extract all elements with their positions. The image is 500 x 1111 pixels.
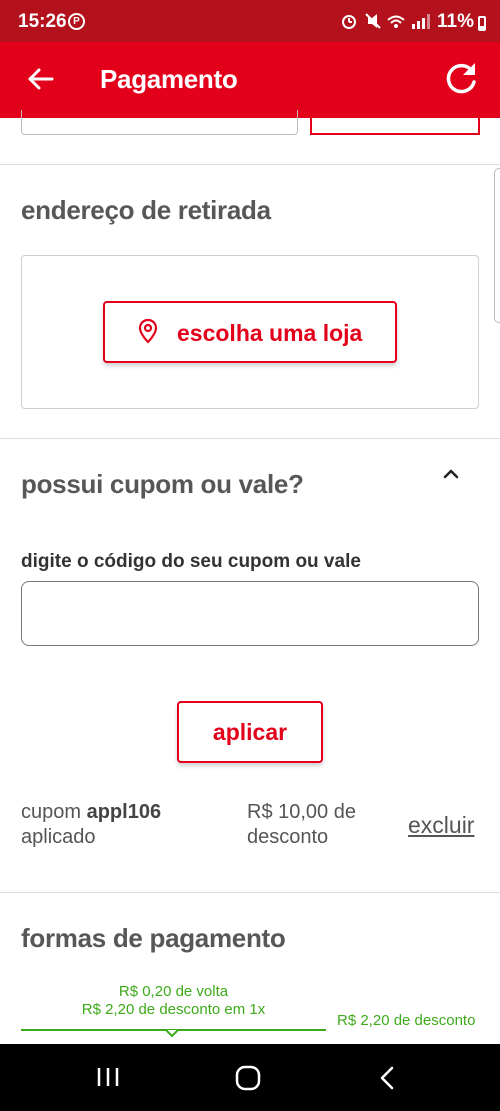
home-icon[interactable] [235,1065,261,1091]
section-divider [0,892,500,893]
map-pin-icon [138,318,158,344]
coupon-discount-line1: R$ 10,00 de [247,801,356,823]
scroll-edge-card [494,168,500,323]
pickup-section-title: endereço de retirada [21,195,271,225]
coupon-code: appl106 [86,801,162,823]
apply-coupon-button[interactable]: aplicar [177,701,323,763]
notification-icon: P [68,13,85,30]
coupon-discount-text: R$ 10,00 de desconto [247,800,356,850]
battery-level: 11% [437,11,474,32]
payment-option-2-discount[interactable]: R$ 2,20 de desconto [337,1012,475,1029]
payment-option-discount[interactable]: R$ 2,20 de desconto em 1x [21,1001,326,1018]
refresh-icon[interactable] [442,60,480,98]
coupon-field-label: digite o código do seu cupom ou vale [21,551,361,572]
payment-option-cashback[interactable]: R$ 0,20 de volta [21,983,326,1000]
arrow-left-icon[interactable] [24,62,58,96]
status-time: 15:26 [18,11,67,32]
section-divider [0,164,500,165]
choose-store-button[interactable]: escolha uma loja [103,301,397,363]
coupon-discount-line2: desconto [247,826,329,848]
page-title: Pagamento [100,64,238,94]
scrolled-button-box[interactable] [310,110,480,135]
back-nav-icon[interactable] [378,1066,396,1090]
chevron-up-icon[interactable] [440,463,462,483]
choose-store-label: escolha uma loja [177,320,363,346]
coupon-applied-suffix: aplicado [21,826,96,848]
status-bar: 15:26 P 11% [0,0,500,42]
coupon-applied-prefix: cupom [21,801,87,823]
section-divider [0,438,500,439]
system-nav-bar [0,1044,500,1111]
recents-icon[interactable] [96,1066,120,1088]
battery-icon [478,16,486,31]
remove-coupon-link[interactable]: excluir [408,812,474,839]
coupon-applied-text: cupom appl106 aplicado [21,800,161,850]
scrolled-input-box [21,110,298,135]
coupon-input[interactable] [21,581,479,646]
payment-section-title: formas de pagamento [21,923,286,953]
app-bar: Pagamento [0,42,500,118]
system-status-icons [340,12,440,35]
coupon-section-title: possui cupom ou vale? [21,469,304,499]
caret-down-icon [165,1030,179,1038]
